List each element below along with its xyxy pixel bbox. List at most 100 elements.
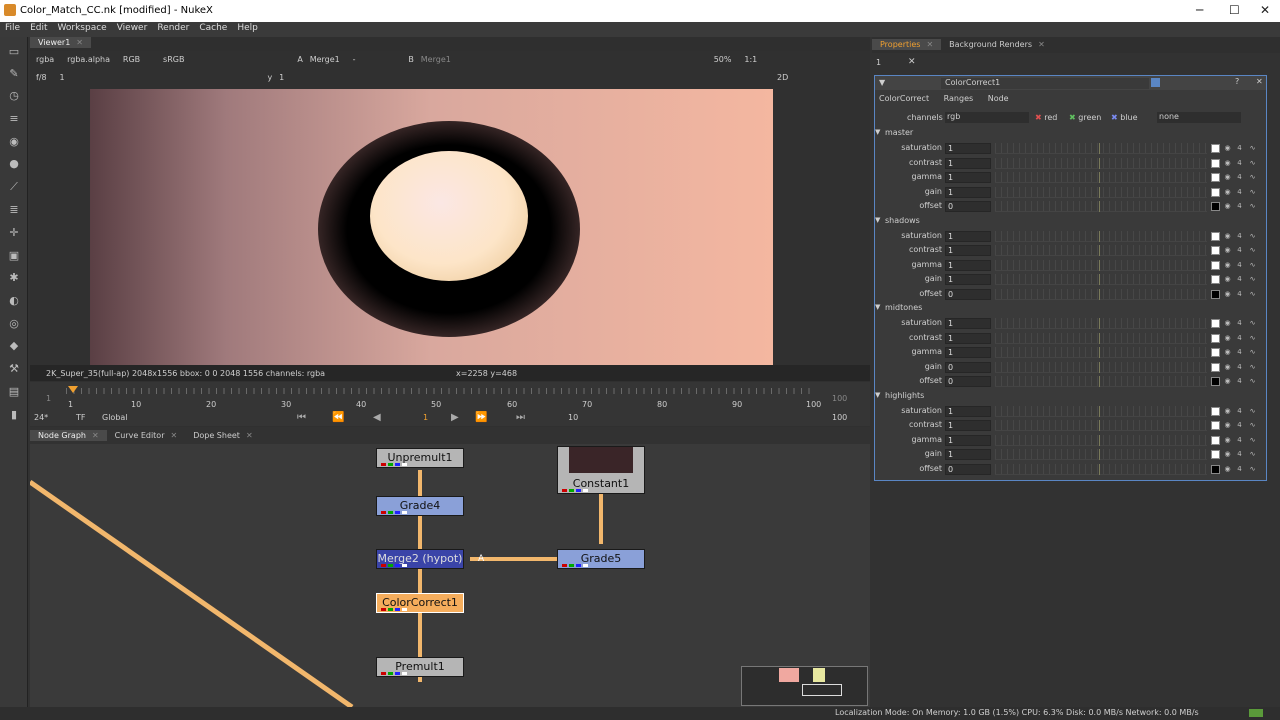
current-frame[interactable]: 1 <box>423 413 428 422</box>
channel-count[interactable]: 4 <box>1235 334 1244 343</box>
color-swatch[interactable] <box>1211 464 1220 474</box>
toolsets-tool-icon[interactable]: ⚒ <box>7 362 21 376</box>
menu-file[interactable]: File <box>0 22 25 34</box>
channel-count[interactable]: 4 <box>1235 275 1244 284</box>
param-value[interactable]: 1 <box>945 318 991 329</box>
node-premult1[interactable]: Premult1 <box>376 657 464 677</box>
menu-edit[interactable]: Edit <box>25 22 52 34</box>
skip-end-icon[interactable]: ⏭ <box>516 412 525 423</box>
merge-tool-icon[interactable]: ≣ <box>7 203 21 217</box>
channel-count[interactable]: 4 <box>1235 173 1244 182</box>
param-value[interactable]: 1 <box>945 332 991 344</box>
filter-tool-icon[interactable]: ● <box>7 157 21 171</box>
clear-panels-icon[interactable]: ✕ <box>908 57 916 67</box>
color-swatch[interactable] <box>1211 202 1220 211</box>
channel-count[interactable]: 4 <box>1235 144 1244 153</box>
channel-count[interactable]: 4 <box>1235 407 1244 416</box>
menu-cache[interactable]: Cache <box>194 22 232 34</box>
animation-curve-icon[interactable]: ∿ <box>1248 159 1257 168</box>
tab-node-graph[interactable]: Node Graph ✕ <box>30 430 107 441</box>
param-slider[interactable] <box>995 405 1207 417</box>
channel-count[interactable]: 4 <box>1235 377 1244 386</box>
channel-blue-toggle[interactable]: ✖ blue <box>1111 113 1138 122</box>
close-icon[interactable]: ✕ <box>1256 77 1263 86</box>
node-color-icon[interactable] <box>1151 78 1160 87</box>
param-value[interactable]: 1 <box>945 259 991 271</box>
animation-curve-icon[interactable]: ∿ <box>1248 348 1257 357</box>
param-value[interactable]: 0 <box>945 463 991 475</box>
animation-curve-icon[interactable]: ∿ <box>1248 188 1257 197</box>
color-wheel-icon[interactable]: ◉ <box>1223 173 1232 182</box>
color-tool-icon[interactable]: ◉ <box>7 135 21 149</box>
color-swatch[interactable] <box>1211 246 1220 255</box>
timeline-bar[interactable]: 1 1 10 20 30 40 50 60 70 80 90 100 100 <box>30 382 870 412</box>
color-swatch[interactable] <box>1211 333 1220 343</box>
views-tool-icon[interactable]: ◎ <box>7 317 21 331</box>
section-header[interactable]: shadows <box>885 216 920 225</box>
extra-channel-dropdown[interactable]: none <box>1157 112 1241 123</box>
param-value[interactable]: 1 <box>945 172 991 183</box>
color-swatch[interactable] <box>1211 319 1220 328</box>
channels-dropdown[interactable]: rgb <box>945 112 1029 123</box>
lut-dropdown[interactable]: sRGB <box>163 55 184 64</box>
animation-curve-icon[interactable]: ∿ <box>1248 144 1257 153</box>
color-wheel-icon[interactable]: ◉ <box>1223 290 1232 299</box>
param-value[interactable]: 0 <box>945 361 991 373</box>
param-slider[interactable] <box>995 376 1207 387</box>
close-icon[interactable]: ✕ <box>171 431 178 440</box>
animation-curve-icon[interactable]: ∿ <box>1248 173 1257 182</box>
animation-curve-icon[interactable]: ∿ <box>1248 261 1257 270</box>
channel-count[interactable]: 4 <box>1235 363 1244 372</box>
node-graph-panel[interactable]: Node Graph ✕ Curve Editor ✕ Dope Sheet ✕ A Un… <box>30 430 870 707</box>
param-value[interactable]: 1 <box>945 420 991 431</box>
color-wheel-icon[interactable]: ◉ <box>1223 421 1232 430</box>
param-slider[interactable] <box>995 143 1207 154</box>
param-value[interactable]: 1 <box>945 157 991 169</box>
subtab-colorcorrect[interactable]: ColorCorrect <box>879 94 929 103</box>
close-icon[interactable]: ✕ <box>92 431 99 440</box>
channel-count[interactable]: 4 <box>1235 450 1244 459</box>
color-swatch[interactable] <box>1211 158 1220 168</box>
tab-dope-sheet[interactable]: Dope Sheet ✕ <box>185 430 260 441</box>
menu-workspace[interactable]: Workspace <box>53 22 112 34</box>
param-value[interactable]: 1 <box>945 186 991 198</box>
minimize-button[interactable]: ─ <box>1196 3 1203 17</box>
color-wheel-icon[interactable]: ◉ <box>1223 348 1232 357</box>
animation-curve-icon[interactable]: ∿ <box>1248 450 1257 459</box>
close-icon[interactable]: ✕ <box>76 38 83 47</box>
expand-icon[interactable]: ▼ <box>875 128 880 136</box>
param-value[interactable]: 1 <box>945 274 991 285</box>
param-value[interactable]: 0 <box>945 288 991 300</box>
close-icon[interactable]: ✕ <box>1038 40 1045 49</box>
scope-dropdown[interactable]: Global <box>102 413 128 422</box>
color-wheel-icon[interactable]: ◉ <box>1223 407 1232 416</box>
other-tool-icon[interactable]: ▤ <box>7 385 21 399</box>
subtab-node[interactable]: Node <box>988 94 1009 103</box>
animation-curve-icon[interactable]: ∿ <box>1248 246 1257 255</box>
channel-count[interactable]: 4 <box>1235 348 1244 357</box>
channel-count[interactable]: 4 <box>1235 319 1244 328</box>
color-swatch[interactable] <box>1211 348 1220 357</box>
expand-icon[interactable]: ▼ <box>875 216 880 224</box>
param-slider[interactable] <box>995 230 1207 242</box>
close-icon[interactable]: ✕ <box>246 431 253 440</box>
channel-red-toggle[interactable]: ✖ red <box>1035 113 1057 122</box>
menu-help[interactable]: Help <box>232 22 263 34</box>
node-merge2[interactable]: Merge2 (hypot) <box>376 549 464 569</box>
end-frame[interactable]: 100 <box>832 413 847 422</box>
color-swatch[interactable] <box>1211 275 1220 284</box>
node-grade5[interactable]: Grade5 <box>557 549 645 569</box>
channel-count[interactable]: 4 <box>1235 465 1244 474</box>
tab-background-renders[interactable]: Background Renders ✕ <box>941 39 1053 50</box>
channel-count[interactable]: 4 <box>1235 246 1244 255</box>
tab-properties[interactable]: Properties ✕ <box>872 39 942 50</box>
play-back-icon[interactable]: ◀ <box>373 412 381 423</box>
playhead-marker[interactable] <box>68 386 78 393</box>
tab-viewer1[interactable]: Viewer1 ✕ <box>30 37 91 48</box>
animation-curve-icon[interactable]: ∿ <box>1248 465 1257 474</box>
color-swatch[interactable] <box>1211 289 1220 299</box>
channels-dropdown[interactable]: rgba <box>36 55 54 64</box>
param-slider[interactable] <box>995 172 1207 183</box>
alpha-dropdown[interactable]: rgba.alpha <box>67 55 110 64</box>
color-swatch[interactable] <box>1211 377 1220 386</box>
